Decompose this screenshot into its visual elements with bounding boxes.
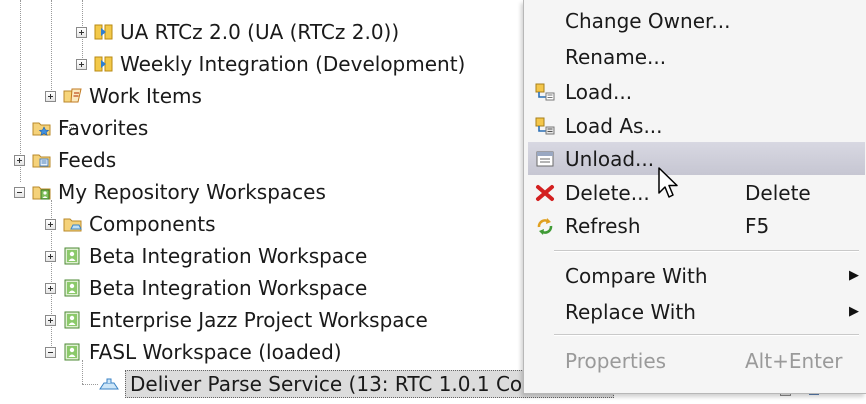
menu-item-shortcut: Alt+Enter [745,348,843,373]
workspace-icon [64,311,80,329]
menu-item-label: Delete... [565,180,650,205]
context-menu: Change Owner... Rename... Load... Load A… [523,0,866,394]
load-icon [535,83,555,100]
menu-item-label: Change Owner... [565,8,731,33]
mouse-cursor-icon [658,167,678,198]
menu-item-label: Load As... [565,113,663,138]
components-folder-icon [63,218,82,232]
tree-item-ua-rtcz[interactable]: UA RTCz 2.0 (UA (RTCz 2.0)) [76,17,399,47]
collapse-icon[interactable] [45,346,56,358]
menu-item-delete[interactable]: Delete... Delete [528,176,865,209]
menu-item-label: Rename... [565,44,667,69]
menu-item-rename[interactable]: Rename... [528,40,865,73]
menu-item-shortcut: F5 [745,213,770,238]
submenu-arrow-icon: ▶ [849,268,859,283]
menu-separator [554,334,859,336]
menu-item-properties[interactable]: Properties Alt+Enter [528,344,865,377]
stream-icon [94,56,113,72]
menu-item-label: Load... [565,79,633,104]
refresh-icon [537,217,553,235]
expand-icon[interactable] [14,154,25,166]
favorites-folder-icon [32,122,51,136]
menu-item-load-as[interactable]: Load As... [528,109,865,142]
expand-icon[interactable] [45,218,56,230]
tree-item-label: Feeds [58,148,117,172]
tree-item-beta-integration-workspace-2[interactable]: Beta Integration Workspace [45,273,367,303]
unload-icon [536,151,554,166]
menu-item-label: Unload... [565,146,655,171]
workspace-icon [64,343,80,361]
work-items-icon [63,88,82,103]
tree-item-label: Beta Integration Workspace [89,276,368,300]
workspace-icon [64,247,80,265]
tree-item-label: UA RTCz 2.0 (UA (RTCz 2.0)) [120,20,400,44]
expand-icon[interactable] [45,282,56,294]
delete-icon [536,184,554,201]
menu-item-label: Properties [565,348,667,373]
menu-item-load[interactable]: Load... [528,75,865,108]
menu-item-shortcut: Delete [745,180,811,205]
tree-item-label: Work Items [89,84,202,108]
tree-item-favorites[interactable]: Favorites [14,113,148,143]
tree-item-label: My Repository Workspaces [58,180,326,204]
submenu-arrow-icon: ▶ [849,304,859,319]
tree-item-feeds[interactable]: Feeds [14,145,116,175]
tree-item-label: Beta Integration Workspace [89,244,368,268]
menu-separator [554,250,859,252]
tree-item-label: Components [89,212,216,236]
tree-item-label: FASL Workspace (loaded) [89,340,342,364]
stream-icon [94,24,113,40]
menu-item-label: Replace With [565,299,696,324]
tree-item-weekly-integration[interactable]: Weekly Integration (Development) [76,49,465,79]
workspace-icon [64,279,80,297]
menu-item-unload[interactable]: Unload... [528,142,865,175]
menu-item-refresh[interactable]: Refresh F5 [528,209,865,242]
collapse-icon[interactable] [14,186,25,198]
tree-item-label: Weekly Integration (Development) [120,52,466,76]
tree-guide-line [51,0,52,92]
tree-item-label: Favorites [58,116,149,140]
feeds-folder-icon [32,154,51,168]
tree-item-my-repository-workspaces[interactable]: My Repository Workspaces [14,177,326,207]
tree-item-work-items[interactable]: Work Items [45,81,202,111]
menu-item-change-owner[interactable]: Change Owner... [528,4,865,37]
menu-item-compare-with[interactable]: Compare With ▶ [528,259,865,292]
expand-icon[interactable] [45,314,56,326]
tree-item-enterprise-jazz-workspace[interactable]: Enterprise Jazz Project Workspace [45,305,428,335]
expand-icon[interactable] [45,90,56,102]
menu-item-label: Refresh [565,213,641,238]
tree-item-fasl-workspace[interactable]: FASL Workspace (loaded) [45,337,342,367]
tree-item-beta-integration-workspace-1[interactable]: Beta Integration Workspace [45,241,367,271]
expand-icon[interactable] [76,26,87,38]
expand-icon[interactable] [76,58,87,70]
load-as-icon [535,117,555,134]
menu-item-label: Compare With [565,263,708,288]
expand-icon[interactable] [45,250,56,262]
workspaces-folder-icon [32,186,51,200]
tree-guide-line [82,384,98,385]
tree-item-components[interactable]: Components [45,209,216,239]
menu-item-replace-with[interactable]: Replace With ▶ [528,295,865,328]
tree-item-label: Enterprise Jazz Project Workspace [89,308,428,332]
component-icon [99,378,119,390]
